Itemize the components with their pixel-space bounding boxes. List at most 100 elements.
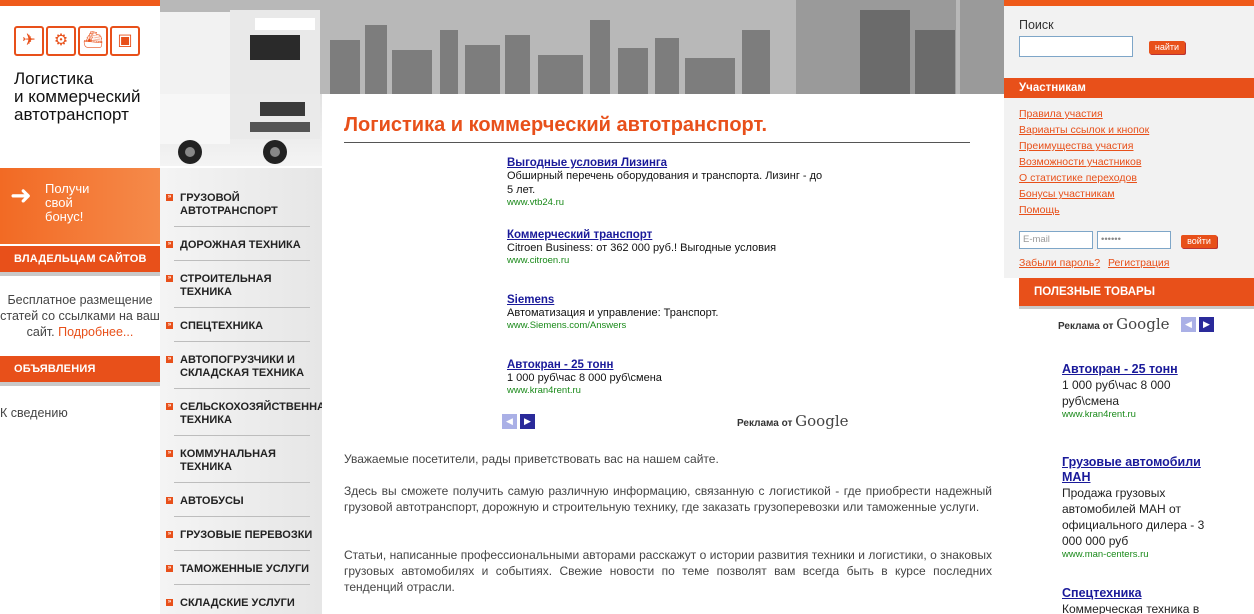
nav-item-freight[interactable]: » ГРУЗОВЫЕ ПЕРЕВОЗКИ xyxy=(166,529,316,542)
bullet-icon: » xyxy=(166,599,173,606)
nav-item-municipal[interactable]: » КОММУНАЛЬНАЯ ТЕХНИКА xyxy=(166,448,316,474)
side-ad-title-link[interactable]: Автокран - 25 тонн xyxy=(1062,362,1222,377)
ad-title-link[interactable]: Автокран - 25 тонн xyxy=(507,359,837,371)
site-owners-text: Бесплатное размещение статей со ссылками… xyxy=(0,292,160,340)
logo-line2: и коммерческий xyxy=(14,87,141,106)
site-owners-header: ВЛАДЕЛЬЦАМ САЙТОВ xyxy=(0,246,160,272)
nav-item-road-machinery[interactable]: » ДОРОЖНАЯ ТЕХНИКА xyxy=(166,239,316,252)
info-paragraph: Здесь вы сможете получить самую различну… xyxy=(344,484,992,514)
chevron-right-icon[interactable]: ▶ xyxy=(1199,317,1214,332)
forklift-icon: ⚙ xyxy=(46,26,76,56)
nav-item-special[interactable]: » СПЕЦТЕХНИКА xyxy=(166,320,316,333)
search-button[interactable]: найти xyxy=(1149,41,1185,54)
side-ad-url[interactable]: www.kran4rent.ru xyxy=(1062,409,1222,420)
chevron-left-icon[interactable]: ◀ xyxy=(1181,317,1196,332)
articles-paragraph: Статьи, написанные профессиональными авт… xyxy=(344,548,992,594)
bonus-line1: Получи xyxy=(45,181,90,196)
intro-paragraph: Уважаемые посетители, рады приветствоват… xyxy=(344,452,719,466)
register-link[interactable]: Регистрация xyxy=(1108,257,1169,269)
bullet-icon: » xyxy=(166,403,173,410)
bullet-icon: » xyxy=(166,275,173,282)
forgot-password-link[interactable]: Забыли пароль? xyxy=(1019,257,1100,269)
ad-title-link[interactable]: Siemens xyxy=(507,294,837,306)
nav-item-construction[interactable]: » СТРОИТЕЛЬНАЯ ТЕХНИКА xyxy=(166,273,316,299)
logo-line3: автотранспорт xyxy=(14,105,129,124)
email-field[interactable]: E-mail xyxy=(1019,231,1093,249)
nav-item-forklifts[interactable]: » АВТОПОГРУЗЧИКИ И СКЛАДСКАЯ ТЕХНИКА xyxy=(166,354,316,380)
password-field[interactable]: •••••• xyxy=(1097,231,1171,249)
announcements-header: ОБЪЯВЛЕНИЯ xyxy=(0,356,160,382)
google-ads-label[interactable]: Реклама от Google xyxy=(737,412,849,430)
chevron-left-icon[interactable]: ◀ xyxy=(502,414,517,429)
nav-label: ГРУЗОВОЙ xyxy=(180,192,240,204)
nav-label: СТРОИТЕЛЬНАЯ xyxy=(180,273,272,285)
member-link-help[interactable]: Помощь xyxy=(1019,204,1060,216)
side-ad-title-link[interactable]: Спецтехника xyxy=(1062,586,1222,601)
train-icon: ▣ xyxy=(110,26,140,56)
products-shadow xyxy=(1019,306,1254,309)
truck-illustration xyxy=(160,94,322,166)
main-content: Логистика и коммерческий автотранспорт. … xyxy=(322,94,1004,614)
more-link[interactable]: Подробнее... xyxy=(58,325,133,339)
products-pager: ◀ ▶ xyxy=(1181,317,1214,332)
side-ad: Грузовые автомобили МАН Продажа грузовых… xyxy=(1062,455,1222,560)
nav-item-warehouse[interactable]: » СКЛАДСКИЕ УСЛУГИ xyxy=(166,597,316,610)
ad-block: Автокран - 25 тонн 1 000 руб\час 8 000 р… xyxy=(507,359,837,396)
bonus-banner[interactable]: ➜ Получи свой бонус! xyxy=(0,168,160,244)
nav-label: АВТОБУСЫ xyxy=(180,495,244,507)
nav-item-buses[interactable]: » АВТОБУСЫ xyxy=(166,495,316,508)
member-link-advantages[interactable]: Преимущества участия xyxy=(1019,140,1134,152)
ad-desc: Обширный перечень оборудования и транспо… xyxy=(507,170,823,196)
member-link-bonuses[interactable]: Бонусы участникам xyxy=(1019,188,1115,200)
member-link-stats[interactable]: О статистике переходов xyxy=(1019,172,1137,184)
ads-pager: ◀ ▶ xyxy=(502,414,535,429)
logo-text[interactable]: Логистика и коммерческий автотранспорт xyxy=(14,70,140,124)
nav-label-line2: ТЕХНИКА xyxy=(180,414,232,426)
category-nav: » ГРУЗОВОЙ АВТОТРАНСПОРТ » ДОРОЖНАЯ ТЕХН… xyxy=(160,168,333,614)
side-ad-desc: 1 000 руб\час 8 000 руб\смена xyxy=(1062,378,1171,408)
google-logo: Google xyxy=(795,412,849,430)
page-title: Логистика и коммерческий автотранспорт. xyxy=(344,114,768,136)
member-link-features[interactable]: Возможности участников xyxy=(1019,156,1141,168)
nav-item-customs[interactable]: » ТАМОЖЕННЫЕ УСЛУГИ xyxy=(166,563,316,576)
ad-url[interactable]: www.kran4rent.ru xyxy=(507,385,837,396)
chevron-right-icon[interactable]: ▶ xyxy=(520,414,535,429)
ad-url[interactable]: www.Siemens.com/Answers xyxy=(507,320,837,331)
nav-item-agricultural[interactable]: » СЕЛЬСКОХОЗЯЙСТВЕННАЯ ТЕХНИКА xyxy=(166,401,333,427)
nav-label: ТАМОЖЕННЫЕ УСЛУГИ xyxy=(180,563,310,575)
ad-title-link[interactable]: Коммерческий транспорт xyxy=(507,229,837,241)
side-ad-title-link[interactable]: Грузовые автомобили МАН xyxy=(1062,455,1222,485)
announcements-shadow xyxy=(0,382,160,386)
header-banner xyxy=(160,0,1004,94)
ad-title-link[interactable]: Выгодные условия Лизинга xyxy=(507,157,837,169)
nav-label: АВТОПОГРУЗЧИКИ И xyxy=(180,354,295,366)
announcement-item[interactable]: К сведению xyxy=(0,406,68,420)
ad-url[interactable]: www.citroen.ru xyxy=(507,255,837,266)
ad-url[interactable]: www.vtb24.ru xyxy=(507,197,837,208)
search-label: Поиск xyxy=(1019,18,1054,32)
nav-divider xyxy=(174,260,310,261)
nav-divider xyxy=(174,584,310,585)
bullet-icon: » xyxy=(166,322,173,329)
arrow-right-icon: ➜ xyxy=(10,180,32,210)
member-link-rules[interactable]: Правила участия xyxy=(1019,108,1103,120)
login-button[interactable]: войти xyxy=(1181,235,1217,248)
ad-desc: Citroen Business: от 362 000 руб.! Выгод… xyxy=(507,242,777,254)
google-ads-label-right[interactable]: Реклама от Google xyxy=(1058,315,1170,333)
site-owners-shadow xyxy=(0,272,160,276)
side-ad-url[interactable]: www.man-centers.ru xyxy=(1062,549,1222,560)
nav-divider xyxy=(174,307,310,308)
nav-label: ДОРОЖНАЯ ТЕХНИКА xyxy=(180,239,301,251)
bullet-icon: » xyxy=(166,450,173,457)
bullet-icon: » xyxy=(166,356,173,363)
nav-divider xyxy=(174,388,310,389)
airplane-icon: ✈ xyxy=(14,26,44,56)
member-link-variants[interactable]: Варианты ссылок и кнопок xyxy=(1019,124,1149,136)
ad-block: Siemens Автоматизация и управление: Тран… xyxy=(507,294,837,331)
nav-item-trucks[interactable]: » ГРУЗОВОЙ АВТОТРАНСПОРТ xyxy=(166,192,316,218)
nav-label: СПЕЦТЕХНИКА xyxy=(180,320,264,332)
search-input[interactable] xyxy=(1019,36,1133,57)
side-ad: Спецтехника Коммерческая техника в xyxy=(1062,586,1222,614)
nav-label-line2: СКЛАДСКАЯ ТЕХНИКА xyxy=(180,367,305,379)
truck-image xyxy=(160,94,320,164)
